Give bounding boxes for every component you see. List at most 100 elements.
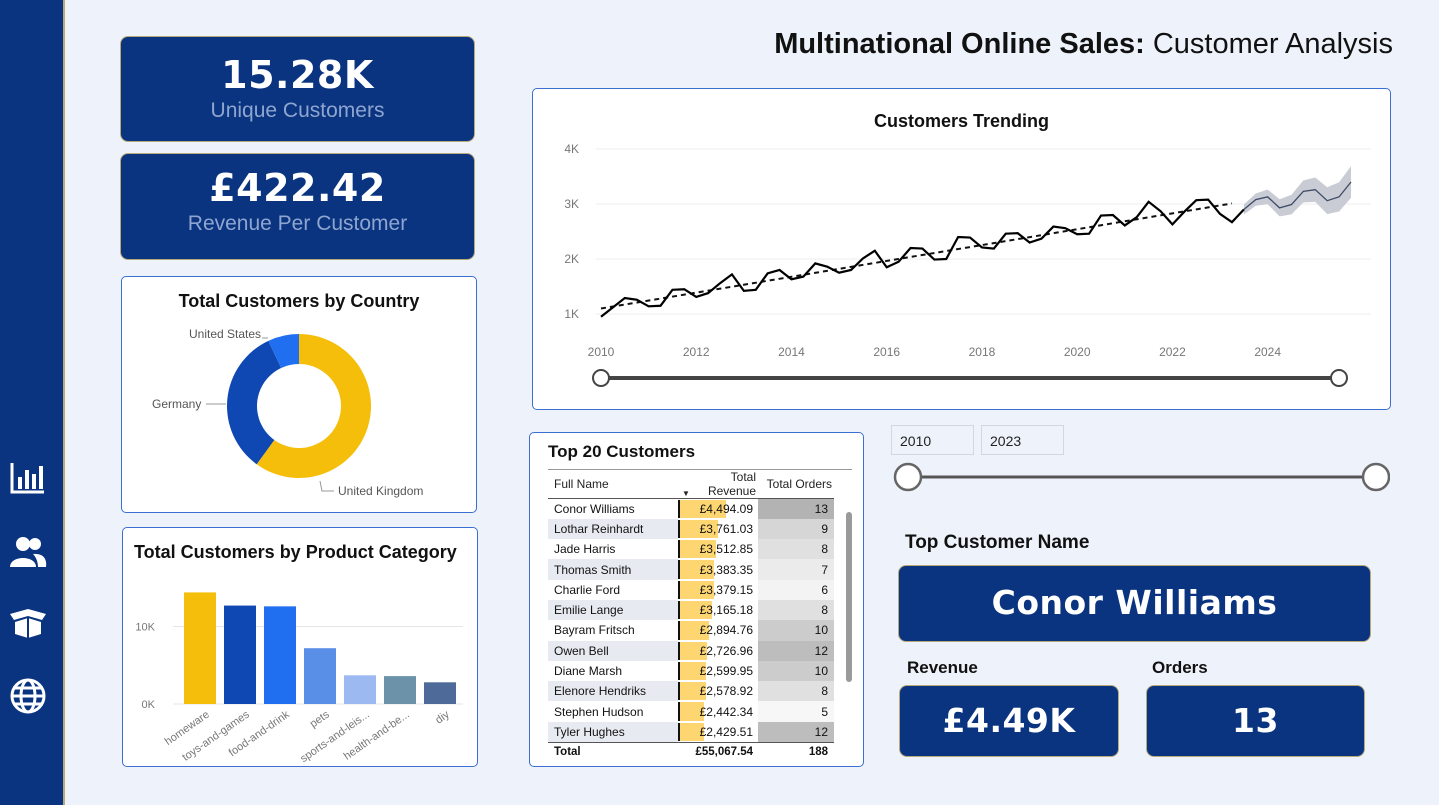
bar-homeware[interactable] (184, 592, 216, 704)
table-row[interactable]: Conor Williams £4,494.09 13 (548, 498, 834, 519)
bar-pets[interactable] (304, 648, 336, 704)
page-title: Multinational Online Sales: Customer Ana… (774, 28, 1393, 60)
bar-sports-and-leis...[interactable] (344, 675, 376, 704)
x-tick-label: diy (433, 708, 452, 726)
y-tick-label: 4K (564, 142, 579, 156)
bar-diy[interactable] (424, 682, 456, 704)
table-row[interactable]: Charlie Ford £3,379.15 6 (548, 579, 834, 600)
customer-revenue: £3,383.35 (678, 559, 758, 579)
unique-customers-label: Unique Customers (210, 99, 385, 122)
customer-revenue: £3,165.18 (678, 600, 758, 620)
total-revenue: £55,067.54 (678, 741, 758, 763)
top-customers-title: Top 20 Customers (548, 442, 696, 461)
unique-customers-value: 15.28K (221, 53, 374, 97)
date-range-slider[interactable] (890, 457, 1390, 497)
slider-handle-end[interactable] (1361, 462, 1390, 492)
x-tick-label: 2022 (1159, 345, 1186, 359)
date-to-input[interactable]: 2023 (981, 425, 1064, 455)
table-row[interactable]: Emilie Lange £3,165.18 8 (548, 599, 834, 621)
customer-revenue: £3,512.85 (678, 539, 758, 559)
revenue-per-customer-value: £422.42 (209, 166, 386, 210)
total-orders: 188 (758, 741, 834, 763)
total-label: Total (548, 741, 678, 763)
country-donut-chart: United States Germany United Kingdom (152, 327, 423, 498)
x-tick-label: 2012 (683, 345, 710, 359)
customer-orders: 12 (758, 721, 834, 743)
top-customer-name: Conor Williams (991, 583, 1278, 622)
customer-name: Emilie Lange (548, 599, 678, 621)
table-row[interactable]: Jade Harris £3,512.85 8 (548, 539, 834, 560)
customer-name: Elenore Hendriks (548, 681, 678, 702)
table-row[interactable]: Lothar Reinhardt £3,761.03 9 (548, 518, 834, 540)
customer-name: Stephen Hudson (554, 704, 644, 719)
table-row[interactable]: Diane Marsh £2,599.95 10 (548, 660, 834, 682)
customer-name: Charlie Ford (554, 582, 621, 597)
customer-name: Jade Harris (554, 542, 616, 557)
trend-chart-title: Customers Trending (873, 111, 1050, 131)
top-customer-orders: 13 (1232, 701, 1279, 740)
forecast-band (1243, 166, 1351, 217)
revenue-heading: Revenue (907, 658, 978, 677)
col-header-orders[interactable]: Total Orders (758, 470, 834, 499)
table-row[interactable]: Stephen Hudson £2,442.34 5 (548, 701, 834, 722)
customer-revenue: £2,429.51 (678, 722, 758, 742)
bar-chart-icon[interactable] (8, 458, 48, 498)
globe-icon[interactable] (8, 676, 48, 716)
trend-line (600, 202, 1233, 310)
customer-name: Diane Marsh (554, 664, 623, 679)
y-tick-label: 2K (564, 252, 579, 266)
zoom-handle-end[interactable] (1330, 369, 1348, 387)
date-from-input[interactable]: 2010 (891, 425, 974, 455)
customer-revenue: £2,726.96 (678, 641, 758, 661)
customer-orders: 7 (758, 559, 834, 580)
customer-orders: 12 (758, 640, 834, 661)
x-tick-label: 2018 (969, 345, 996, 359)
top-customers-card: Top 20 Customers Full Name Total Revenue… (529, 432, 864, 767)
top-customer-heading: Top Customer Name (905, 532, 1090, 553)
customer-name: Tyler Hughes (548, 721, 678, 743)
category-chart-card: Total Customers by Product Category 10K 0… (122, 527, 478, 767)
country-chart-card: Total Customers by Country United States… (121, 276, 477, 513)
customer-orders: 6 (758, 579, 834, 600)
box-icon[interactable] (8, 603, 48, 643)
x-tick-label: pets (308, 708, 332, 730)
customer-orders: 10 (758, 620, 834, 641)
table-row[interactable]: Bayram Fritsch £2,894.76 10 (548, 620, 834, 641)
x-tick-label: sports-and-leis... (298, 709, 371, 764)
x-tick-label: 2014 (778, 345, 805, 359)
customer-revenue: £2,578.92 (678, 681, 758, 701)
bar-food-and-drink[interactable] (264, 606, 296, 704)
category-chart-title: Total Customers by Product Category (134, 542, 457, 562)
customer-orders: 10 (758, 660, 834, 682)
legend-label-uk: United Kingdom (338, 484, 423, 498)
customer-revenue: £2,894.76 (678, 620, 758, 640)
top-customer-orders-card: 13 (1146, 685, 1365, 757)
table-row[interactable]: Tyler Hughes £2,429.51 12 (548, 721, 834, 743)
orders-heading: Orders (1152, 658, 1208, 677)
y-tick-label: 3K (564, 197, 579, 211)
revenue-per-customer-card: £422.42 Revenue Per Customer (120, 153, 475, 260)
customers-line[interactable] (600, 198, 1245, 318)
col-header-name[interactable]: Full Name (548, 470, 678, 499)
bar-health-and-be...[interactable] (384, 676, 416, 704)
customer-name: Lothar Reinhardt (548, 518, 678, 540)
top-customer-revenue: £4.49K (942, 701, 1076, 740)
top-customers-table-wrap: Full Name Total Revenue ▼ Total Orders Co… (548, 469, 852, 763)
users-icon[interactable] (8, 532, 48, 572)
table-total-row: Total £55,067.54 188 (548, 741, 834, 763)
x-tick-label: toys-and-games (180, 708, 252, 763)
customer-name: Conor Williams (554, 501, 635, 516)
legend-label-germany: Germany (152, 397, 201, 411)
table-row[interactable]: Owen Bell £2,726.96 12 (548, 640, 834, 661)
table-scrollbar[interactable] (846, 512, 852, 682)
top-customer-name-card: Conor Williams (898, 565, 1371, 642)
slider-handle-start[interactable] (893, 462, 923, 492)
table-row[interactable]: Elenore Hendriks £2,578.92 8 (548, 681, 834, 702)
legend-label-us: United States (189, 327, 261, 341)
col-header-revenue[interactable]: Total Revenue ▼ (678, 470, 758, 499)
table-row[interactable]: Thomas Smith £3,383.35 7 (548, 559, 834, 580)
bar-toys-and-games[interactable] (224, 605, 256, 704)
customer-revenue: £3,761.03 (678, 519, 758, 539)
zoom-handle-start[interactable] (592, 369, 610, 387)
customer-orders: 8 (758, 599, 834, 621)
